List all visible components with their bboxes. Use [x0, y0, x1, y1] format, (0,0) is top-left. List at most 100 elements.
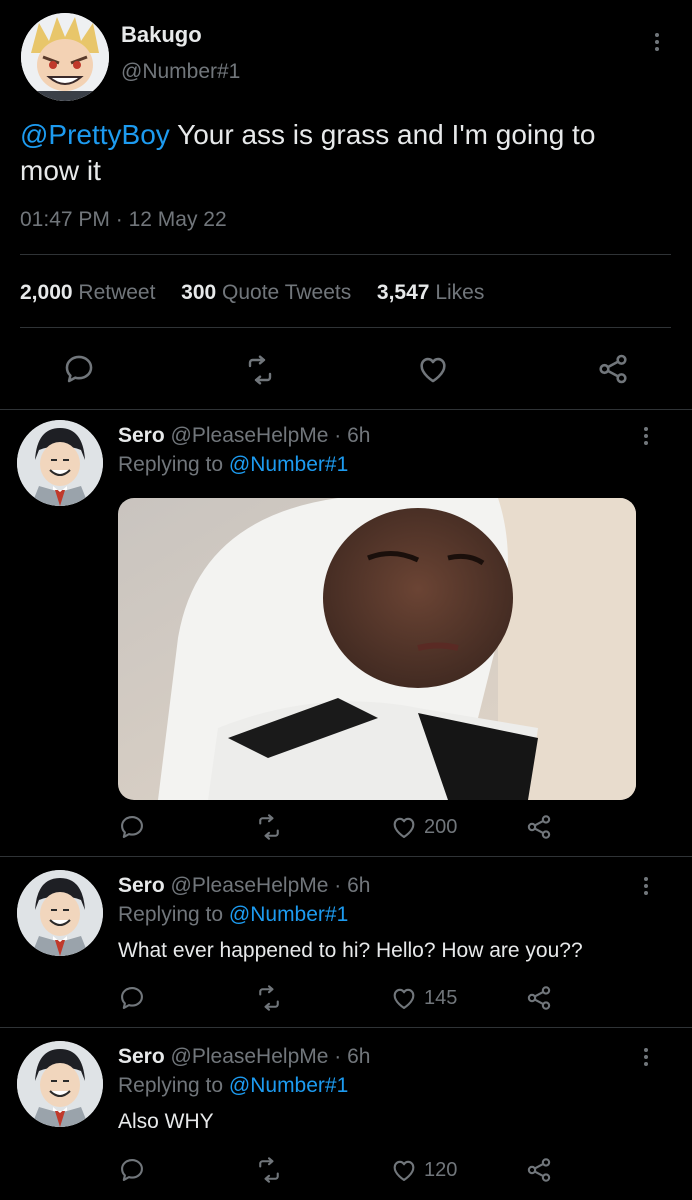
reply-icon [118, 813, 146, 841]
more-options-button[interactable] [634, 424, 658, 448]
more-vertical-icon [644, 877, 648, 895]
avatar-image [17, 420, 103, 506]
share-icon [599, 354, 627, 384]
replying-to-prefix: Replying to [118, 453, 229, 476]
timestamp-separator: · [115, 208, 123, 231]
retweet-button[interactable] [255, 1156, 283, 1184]
retweet-icon [255, 813, 283, 841]
replying-to-link[interactable]: @Number#1 [229, 453, 348, 476]
like-count: 200 [424, 815, 458, 838]
like-button[interactable]: 120 [390, 1156, 457, 1184]
reply-handle[interactable]: @PleaseHelpMe [171, 874, 329, 897]
share-icon [525, 813, 553, 841]
likes-label: Likes [435, 281, 485, 304]
divider [20, 254, 671, 255]
reply-header: Sero @PleaseHelpMe · 6h [118, 1045, 370, 1069]
replying-to-link[interactable]: @Number#1 [229, 903, 348, 926]
divider [0, 409, 692, 410]
retweet-icon [255, 984, 283, 1012]
tweet-time: 01:47 PM [20, 208, 110, 231]
more-vertical-icon [644, 427, 648, 445]
like-button[interactable]: 145 [390, 984, 457, 1012]
reply-display-name[interactable]: Sero [118, 424, 165, 447]
reply-button[interactable] [118, 984, 146, 1012]
retweets-stat[interactable]: 2,000 Retweet [20, 281, 155, 304]
share-button[interactable] [525, 813, 553, 841]
sero-avatar[interactable] [17, 420, 103, 506]
reply-media-image[interactable] [118, 498, 636, 800]
tweet-date: 12 May 22 [128, 208, 227, 231]
more-options-button[interactable] [645, 30, 669, 54]
reply-icon [118, 984, 146, 1012]
share-icon [525, 984, 553, 1012]
reply-button[interactable] [118, 1156, 146, 1184]
divider [0, 1027, 692, 1028]
photo-image [118, 498, 636, 800]
quotes-stat[interactable]: 300 Quote Tweets [181, 281, 351, 304]
share-button[interactable] [525, 1156, 553, 1184]
like-count: 145 [424, 986, 458, 1009]
retweet-button[interactable] [243, 354, 277, 386]
share-icon [525, 1156, 553, 1184]
tweet-timestamp[interactable]: 01:47 PM · 12 May 22 [20, 208, 227, 232]
more-vertical-icon [655, 33, 659, 51]
quotes-label: Quote Tweets [222, 281, 352, 304]
reply-text: What ever happened to hi? Hello? How are… [118, 939, 583, 962]
likes-count: 3,547 [376, 281, 430, 304]
quotes-count: 300 [181, 281, 217, 304]
more-options-button[interactable] [634, 874, 658, 898]
replying-to: Replying to @Number#1 [118, 453, 348, 477]
like-icon [390, 813, 418, 841]
retweets-count: 2,000 [20, 281, 73, 304]
reply-icon [118, 1156, 146, 1184]
retweet-button[interactable] [255, 813, 283, 841]
sero-avatar[interactable] [17, 1041, 103, 1127]
more-vertical-icon [644, 1048, 648, 1066]
avatar-image [21, 13, 109, 101]
author-handle[interactable]: @Number#1 [121, 60, 240, 84]
reply-display-name[interactable]: Sero [118, 874, 165, 897]
share-button[interactable] [596, 352, 630, 386]
like-icon [420, 357, 446, 383]
reply-handle[interactable]: @PleaseHelpMe [171, 1045, 329, 1068]
tweet-stats: 2,000 Retweet 300 Quote Tweets 3,547 Lik… [20, 281, 484, 305]
replying-to: Replying to @Number#1 [118, 1074, 348, 1098]
bakugo-avatar[interactable] [21, 13, 109, 101]
reply-age: 6h [347, 424, 371, 447]
author-display-name[interactable]: Bakugo [121, 22, 202, 48]
replying-to: Replying to @Number#1 [118, 903, 348, 927]
reply-button[interactable] [62, 352, 96, 386]
retweet-icon [255, 1156, 283, 1184]
reply-display-name[interactable]: Sero [118, 1045, 165, 1068]
replying-to-prefix: Replying to [118, 903, 229, 926]
share-button[interactable] [525, 984, 553, 1012]
divider [0, 856, 692, 857]
mention-link[interactable]: @PrettyBoy [20, 119, 170, 150]
like-count: 120 [424, 1158, 458, 1181]
reply-text: Also WHY [118, 1110, 214, 1133]
replying-to-prefix: Replying to [118, 1074, 229, 1097]
reply-age: 6h [347, 1045, 371, 1068]
avatar-image [17, 870, 103, 956]
like-button[interactable] [416, 352, 450, 386]
retweet-button[interactable] [255, 984, 283, 1012]
reply-time-separator: · [328, 424, 348, 447]
reply-icon [65, 355, 93, 383]
reply-header: Sero @PleaseHelpMe · 6h [118, 874, 370, 898]
tweet-text: @PrettyBoy Your ass is grass and I'm goi… [20, 117, 660, 189]
reply-button[interactable] [118, 813, 146, 841]
sero-avatar[interactable] [17, 870, 103, 956]
reply-time-separator: · [328, 1045, 348, 1068]
divider [20, 327, 671, 328]
reply-time-separator: · [328, 874, 348, 897]
likes-stat[interactable]: 3,547 Likes [377, 281, 484, 304]
replying-to-link[interactable]: @Number#1 [229, 1074, 348, 1097]
like-button[interactable]: 200 [390, 813, 457, 841]
like-icon [390, 1156, 418, 1184]
retweets-label: Retweet [78, 281, 156, 304]
more-options-button[interactable] [634, 1045, 658, 1069]
like-icon [390, 984, 418, 1012]
avatar-image [17, 1041, 103, 1127]
retweet-icon [248, 355, 272, 385]
reply-handle[interactable]: @PleaseHelpMe [171, 424, 329, 447]
